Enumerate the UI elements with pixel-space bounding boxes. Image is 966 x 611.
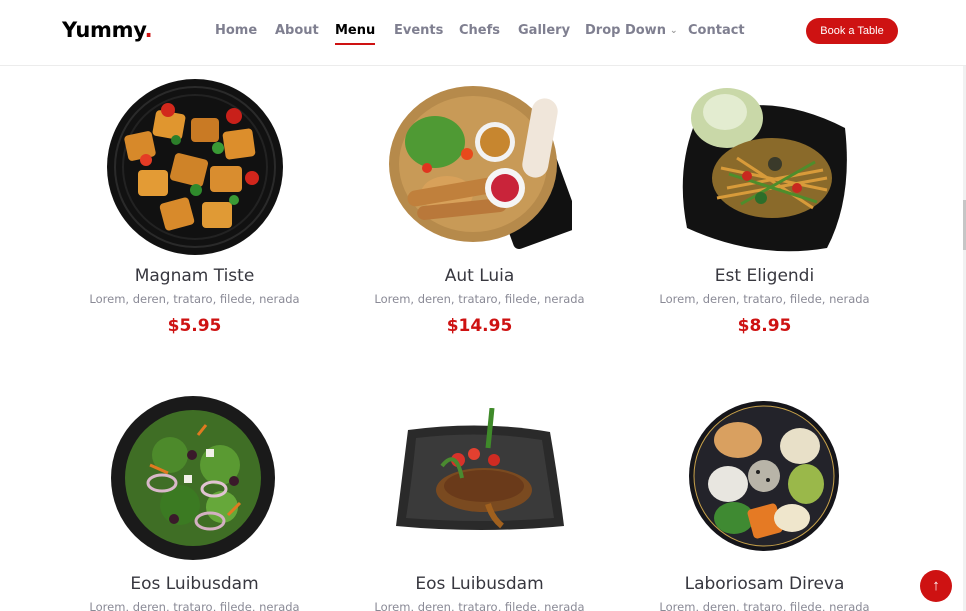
menu-item-title: Est Eligendi [714, 266, 815, 286]
menu-item-image [689, 401, 839, 551]
chevron-down-icon: ⌄ [669, 26, 678, 36]
nav-item-dropdown-label: Drop Down [585, 23, 666, 38]
nav-item-chefs[interactable]: Chefs [459, 23, 500, 38]
nav-item-home[interactable]: Home [215, 23, 257, 38]
menu-item-ingredients: Lorem, deren, trataro, filede, nerada [374, 292, 585, 306]
menu-item-card[interactable]: Magnam Tiste Lorem, deren, trataro, file… [52, 66, 337, 346]
nav-item-events[interactable]: Events [394, 23, 443, 38]
menu-item-price: $5.95 [167, 316, 222, 336]
site-header: Yummy. Home About Menu Events Chefs Gall… [0, 0, 966, 66]
brand-dot: . [144, 18, 153, 42]
arrow-up-icon: ↑ [932, 577, 940, 594]
brand-logo[interactable]: Yummy. [62, 18, 153, 42]
menu-item-title: Magnam Tiste [134, 266, 255, 286]
menu-item-title: Aut Luia [444, 266, 515, 286]
menu-item-card[interactable]: Aut Luia Lorem, deren, trataro, filede, … [337, 66, 622, 346]
menu-item-card[interactable]: Est Eligendi Lorem, deren, trataro, file… [622, 66, 907, 346]
menu-item-card[interactable]: Eos Luibusdam Lorem, deren, trataro, fil… [52, 388, 337, 611]
menu-item-image [107, 79, 283, 255]
menu-item-card[interactable]: Eos Luibusdam Lorem, deren, trataro, fil… [337, 388, 622, 611]
book-table-button[interactable]: Book a Table [806, 18, 898, 44]
menu-item-image [389, 86, 572, 250]
menu-item-ingredients: Lorem, deren, trataro, filede, nerada [89, 600, 300, 611]
menu-item-ingredients: Lorem, deren, trataro, filede, nerada [659, 292, 870, 306]
menu-item-title: Eos Luibusdam [130, 574, 259, 594]
menu-item-image [111, 396, 275, 560]
menu-item-image [396, 408, 564, 530]
nav-item-menu[interactable]: Menu [335, 23, 376, 45]
menu-item-ingredients: Lorem, deren, trataro, filede, nerada [659, 600, 870, 611]
menu-item-card[interactable]: Laboriosam Direva Lorem, deren, trataro,… [622, 388, 907, 611]
menu-item-title: Eos Luibusdam [415, 574, 544, 594]
nav-item-contact[interactable]: Contact [688, 23, 745, 38]
brand-name: Yummy [62, 18, 145, 42]
menu-item-price: $8.95 [737, 316, 792, 336]
nav-item-about[interactable]: About [275, 23, 319, 38]
nav-item-gallery[interactable]: Gallery [518, 23, 570, 38]
scroll-top-button[interactable]: ↑ [920, 570, 952, 602]
menu-item-ingredients: Lorem, deren, trataro, filede, nerada [374, 600, 585, 611]
nav-item-dropdown[interactable]: Drop Down ⌄ [585, 23, 678, 38]
menu-item-ingredients: Lorem, deren, trataro, filede, nerada [89, 292, 300, 306]
menu-item-image [682, 88, 847, 252]
menu-item-price: $14.95 [446, 316, 513, 336]
menu-item-title: Laboriosam Direva [684, 574, 845, 594]
